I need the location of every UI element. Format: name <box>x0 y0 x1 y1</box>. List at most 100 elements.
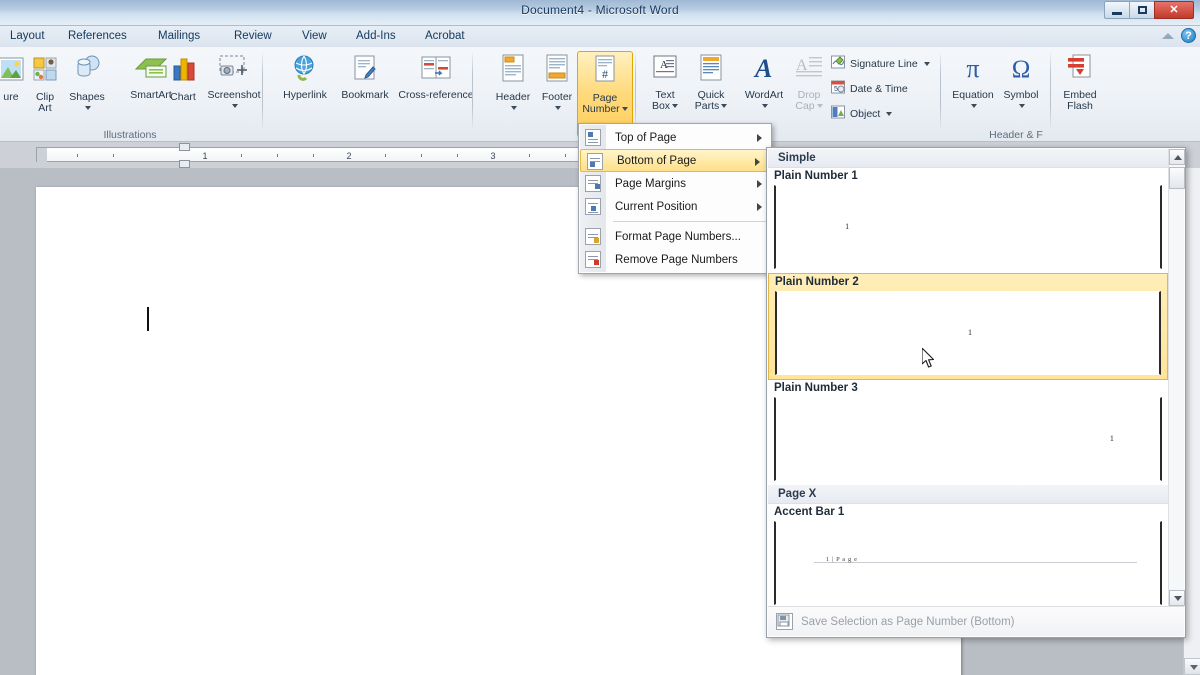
gallery-item-plain-number-3[interactable]: Plain Number 3 1 <box>768 380 1168 481</box>
gallery-list: Simple Plain Number 1 1 Plain Number 2 1… <box>768 149 1168 606</box>
object-dropdown-icon[interactable] <box>886 111 893 116</box>
screenshot-dropdown-icon[interactable] <box>232 104 238 109</box>
shapes-dropdown-icon[interactable] <box>85 106 91 111</box>
screenshot-label: Screenshot <box>207 88 261 101</box>
page-number-dropdown-menu[interactable]: Top of Page Bottom of Page Page Margins <box>578 123 772 274</box>
menu-separator <box>613 221 767 222</box>
tab-layout[interactable]: Layout <box>4 27 51 45</box>
text-box-dropdown-icon[interactable] <box>672 104 679 109</box>
equation-label: Equation <box>952 88 994 101</box>
footer-button[interactable]: Footer <box>530 51 584 111</box>
symbol-dropdown-icon[interactable] <box>1019 104 1025 109</box>
menu-item-remove-page-numbers[interactable]: Remove Page Numbers <box>579 248 771 271</box>
restore-button[interactable] <box>1129 1 1155 19</box>
gallery-footer[interactable]: Save Selection as Page Number (Bottom) <box>768 606 1184 636</box>
signature-line-label: Signature Line <box>850 57 918 70</box>
tab-add-ins[interactable]: Add-Ins <box>350 27 402 45</box>
equation-dropdown-icon[interactable] <box>971 104 977 109</box>
ruler-major-3: 3 <box>490 151 496 161</box>
footer-dropdown-icon[interactable] <box>555 106 561 111</box>
menu-label-format-page-numbers: Format Page Numbers... <box>615 230 741 243</box>
header-label: Header <box>495 90 531 103</box>
tab-references[interactable]: References <box>62 27 133 45</box>
screenshot-icon <box>196 53 272 87</box>
gallery-scroll-down-button[interactable] <box>1169 590 1185 606</box>
preview-page-number: 1 <box>845 222 850 231</box>
quick-parts-button[interactable]: Quick Parts <box>686 51 736 113</box>
page-number-gallery[interactable]: Simple Plain Number 1 1 Plain Number 2 1… <box>766 147 1186 638</box>
object-button[interactable]: Object <box>830 104 893 123</box>
embed-flash-label-2: Flash <box>1067 100 1093 112</box>
group-separator-5 <box>1050 51 1051 131</box>
screenshot-button[interactable]: Screenshot <box>196 51 272 109</box>
menu-item-page-margins[interactable]: Page Margins <box>579 172 771 195</box>
page-number-current-icon <box>585 198 601 215</box>
date-time-label: Date & Time <box>850 82 908 95</box>
symbol-button[interactable]: Ω Symbol <box>996 51 1046 109</box>
ribbon-tab-strip: Layout References Mailings Review View A… <box>0 26 1200 47</box>
page-number-label-1: Page <box>592 91 618 104</box>
save-selection-label: Save Selection as Page Number (Bottom) <box>801 615 1015 628</box>
tab-acrobat[interactable]: Acrobat <box>419 27 471 45</box>
menu-item-current-position[interactable]: Current Position <box>579 195 771 218</box>
ruler-major-1: 1 <box>202 151 208 161</box>
svg-text:A: A <box>753 54 772 83</box>
text-box-label-2: Box <box>651 100 671 112</box>
gallery-item-accent-bar-1[interactable]: Accent Bar 1 1 | P a g e <box>768 504 1168 605</box>
embed-flash-icon <box>1053 53 1107 87</box>
first-line-indent-marker[interactable] <box>179 143 190 151</box>
quick-parts-dropdown-icon[interactable] <box>721 104 728 109</box>
help-icon[interactable]: ? <box>1181 28 1196 43</box>
gallery-scroll-thumb[interactable] <box>1169 167 1185 189</box>
footer-icon <box>530 53 584 89</box>
minimize-button[interactable] <box>1104 1 1130 19</box>
gallery-scrollbar[interactable] <box>1168 149 1185 606</box>
close-button[interactable]: ✕ <box>1154 1 1194 19</box>
bookmark-button[interactable]: Bookmark <box>334 51 396 101</box>
clip-art-label-2: Art <box>38 102 52 114</box>
page-number-label-2: Number <box>582 103 620 115</box>
svg-text:#: # <box>602 67 608 81</box>
wordart-dropdown-icon[interactable] <box>762 104 768 109</box>
drop-cap-label-2: Cap <box>795 100 815 112</box>
gallery-item-label: Plain Number 2 <box>775 276 859 288</box>
title-bar: Document4 - Microsoft Word ✕ <box>0 0 1200 26</box>
equation-button[interactable]: π Equation <box>946 51 1000 109</box>
gallery-preview: 1 <box>774 185 1162 269</box>
hyperlink-button[interactable]: Hyperlink <box>274 51 336 101</box>
menu-label-current-position: Current Position <box>615 200 698 213</box>
object-label: Object <box>850 107 881 120</box>
signature-line-button[interactable]: Signature Line <box>830 54 930 73</box>
ribbon-group-links: Hyperlink Bookmark Cross-reference <box>266 47 644 142</box>
drop-cap-button[interactable]: A Drop Cap <box>786 51 832 113</box>
scroll-down-button[interactable] <box>1184 658 1200 675</box>
minimize-ribbon-icon[interactable] <box>1162 32 1174 39</box>
quick-parts-label-1: Quick <box>697 88 725 101</box>
menu-label-top-of-page: Top of Page <box>615 131 677 144</box>
date-time-button[interactable]: 5 Date & Time <box>830 79 908 98</box>
menu-item-bottom-of-page[interactable]: Bottom of Page <box>580 149 770 172</box>
chart-label: Chart <box>170 90 196 103</box>
clip-art-label-1: Clip <box>35 90 55 103</box>
page-number-dropdown-icon[interactable] <box>621 107 628 112</box>
page-number-top-icon <box>585 129 601 146</box>
cross-reference-button[interactable]: Cross-reference <box>390 51 482 101</box>
gallery-item-plain-number-1[interactable]: Plain Number 1 1 <box>768 168 1168 269</box>
left-indent-marker[interactable] <box>179 160 190 168</box>
header-dropdown-icon[interactable] <box>511 106 517 111</box>
tab-mailings[interactable]: Mailings <box>152 27 206 45</box>
shapes-button[interactable]: Shapes <box>60 51 114 111</box>
menu-item-top-of-page[interactable]: Top of Page <box>579 126 771 149</box>
tab-review[interactable]: Review <box>228 27 278 45</box>
symbol-omega-icon: Ω <box>996 53 1046 87</box>
gallery-item-plain-number-2[interactable]: Plain Number 2 1 <box>768 273 1168 380</box>
signature-line-dropdown-icon[interactable] <box>923 61 930 66</box>
submenu-arrow-icon <box>757 180 762 188</box>
ribbon-group-flash: Embed Flash Flash <box>1053 47 1113 142</box>
embed-flash-button[interactable]: Embed Flash <box>1053 51 1107 113</box>
drop-cap-dropdown-icon <box>816 104 823 109</box>
text-box-button[interactable]: A Text Box <box>642 51 688 113</box>
tab-view[interactable]: View <box>296 27 333 45</box>
menu-item-format-page-numbers[interactable]: Format Page Numbers... <box>579 225 771 248</box>
gallery-scroll-up-button[interactable] <box>1169 149 1185 165</box>
